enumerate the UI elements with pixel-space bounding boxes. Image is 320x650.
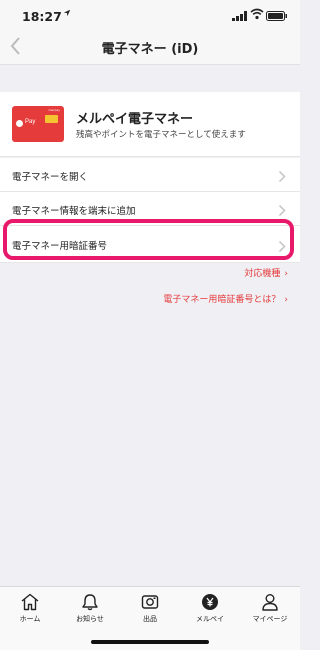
chevron-right-icon: [278, 202, 286, 217]
yen-icon: [180, 593, 240, 611]
camera-icon: [120, 593, 180, 611]
tab-label: マイページ: [252, 615, 288, 623]
page-title: 電子マネー (iD): [101, 42, 199, 57]
status-bar: 18:27: [0, 0, 300, 30]
home-indicator: [91, 640, 209, 644]
tab-merpay[interactable]: メルペイ: [180, 593, 240, 624]
card-title: メルペイ電子マネー: [76, 112, 194, 127]
status-time: 18:27: [22, 9, 62, 24]
tab-label: メルペイ: [196, 615, 224, 623]
supported-devices-link[interactable]: 対応機種 ›: [244, 266, 288, 279]
location-arrow-icon: [63, 9, 71, 20]
menu-item-label: 電子マネーを開く: [12, 172, 89, 183]
link-arrow: ›: [284, 295, 288, 305]
menu-item-open-emoney[interactable]: 電子マネーを開く: [0, 158, 300, 192]
chevron-right-icon: [278, 168, 286, 183]
menu-item-label: 電子マネー用暗証番号: [12, 241, 108, 252]
wifi-icon: [250, 8, 264, 23]
navigation-bar: 電子マネー (iD): [0, 30, 300, 65]
card-pay-text: Pay: [25, 119, 36, 125]
tab-sell[interactable]: 出品: [120, 593, 180, 624]
emoney-card-section: merpay Pay メルペイ電子マネー 残高やポイントを電子マネーとして使えま…: [0, 92, 300, 157]
settings-menu: 電子マネーを開く 電子マネー情報を端末に追加 電子マネー用暗証番号: [0, 158, 300, 263]
tab-home[interactable]: ホーム: [0, 593, 60, 624]
cellular-signal-icon: [232, 10, 248, 24]
pin-about-link[interactable]: 電子マネー用暗証番号とは？ ›: [163, 292, 288, 305]
emoney-card-image: merpay Pay: [12, 106, 64, 142]
id-mark-icon: [45, 115, 58, 123]
battery-icon: [266, 10, 288, 24]
tab-label: お知らせ: [76, 615, 104, 623]
home-icon: [0, 593, 60, 611]
chevron-right-icon: [278, 238, 286, 253]
person-icon: [240, 593, 300, 611]
merpay-logo-icon: [16, 120, 23, 127]
link-arrow: ›: [284, 269, 288, 279]
menu-item-add-to-device[interactable]: 電子マネー情報を端末に追加: [0, 192, 300, 226]
tab-notifications[interactable]: お知らせ: [60, 593, 120, 624]
menu-item-label: 電子マネー情報を端末に追加: [12, 206, 136, 217]
bell-icon: [60, 593, 120, 611]
link-label: 電子マネー用暗証番号とは？: [163, 295, 281, 305]
link-label: 対応機種: [244, 269, 281, 279]
menu-item-pin[interactable]: 電子マネー用暗証番号: [0, 226, 300, 263]
tab-label: 出品: [143, 615, 157, 623]
tab-label: ホーム: [19, 615, 41, 623]
card-brand-text: merpay: [48, 108, 60, 112]
tab-mypage[interactable]: マイページ: [240, 593, 300, 624]
card-description: 残高やポイントを電子マネーとして使えます: [76, 130, 246, 140]
